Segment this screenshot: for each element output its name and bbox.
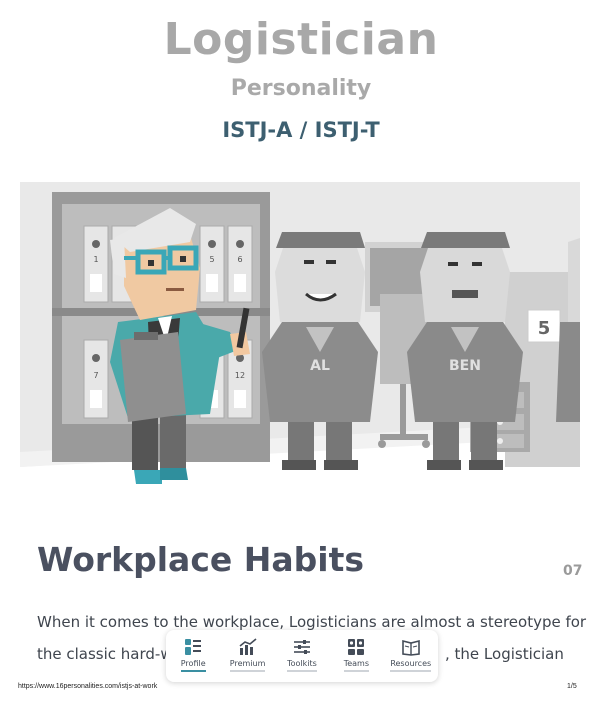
nav-item-profile[interactable]: Profile xyxy=(167,638,219,672)
nav-item-teams[interactable]: Teams xyxy=(330,638,382,672)
page-title: Logistician xyxy=(163,14,439,65)
drawer-number: 1 xyxy=(93,255,98,264)
personality-code: ISTJ-A / ISTJ-T xyxy=(222,118,380,142)
paragraph-line: When it comes to the workplace, Logistic… xyxy=(37,613,587,631)
figure-label-al: AL xyxy=(310,358,330,374)
nav-label: Toolkits xyxy=(287,659,317,672)
footer-page-number: 1/5 xyxy=(567,683,577,690)
nav-item-resources[interactable]: Resources xyxy=(385,638,437,672)
nav-label: Premium xyxy=(229,659,266,672)
paragraph-line: the classic hard-wo xyxy=(37,645,182,663)
team-icon xyxy=(348,639,365,655)
chart-icon xyxy=(239,638,257,655)
book-icon xyxy=(401,639,420,656)
figure-label-ben: BEN xyxy=(449,358,481,374)
sliders-icon xyxy=(293,640,310,654)
drawer-number: 12 xyxy=(235,371,245,380)
drawer-number: 5 xyxy=(209,255,214,264)
office-scene: 1 5 6 7 12 5 AL BEN xyxy=(20,182,580,500)
logistician-illustration: 1 5 6 7 12 5 AL BEN xyxy=(20,182,580,500)
drawer-number: 7 xyxy=(93,371,98,380)
section-title: Workplace Habits xyxy=(37,540,364,579)
footer-url: https://www.16personalities.com/istjs-at… xyxy=(18,683,158,690)
profile-icon xyxy=(185,639,202,655)
nav-label: Teams xyxy=(343,659,370,672)
section-number: 07 xyxy=(563,563,583,579)
nav-item-toolkits[interactable]: Toolkits xyxy=(276,638,328,672)
paragraph-line: , the Logistician xyxy=(445,645,564,663)
sign-number: 5 xyxy=(538,318,551,339)
nav-item-premium[interactable]: Premium xyxy=(222,638,274,672)
drawer-number: 6 xyxy=(237,255,242,264)
nav-label: Resources xyxy=(390,659,432,672)
bottom-nav-bar: Profile Premium Toolkits Teams Resources xyxy=(166,630,438,682)
page-subtitle: Personality xyxy=(230,76,372,101)
nav-label: Profile xyxy=(180,659,206,672)
